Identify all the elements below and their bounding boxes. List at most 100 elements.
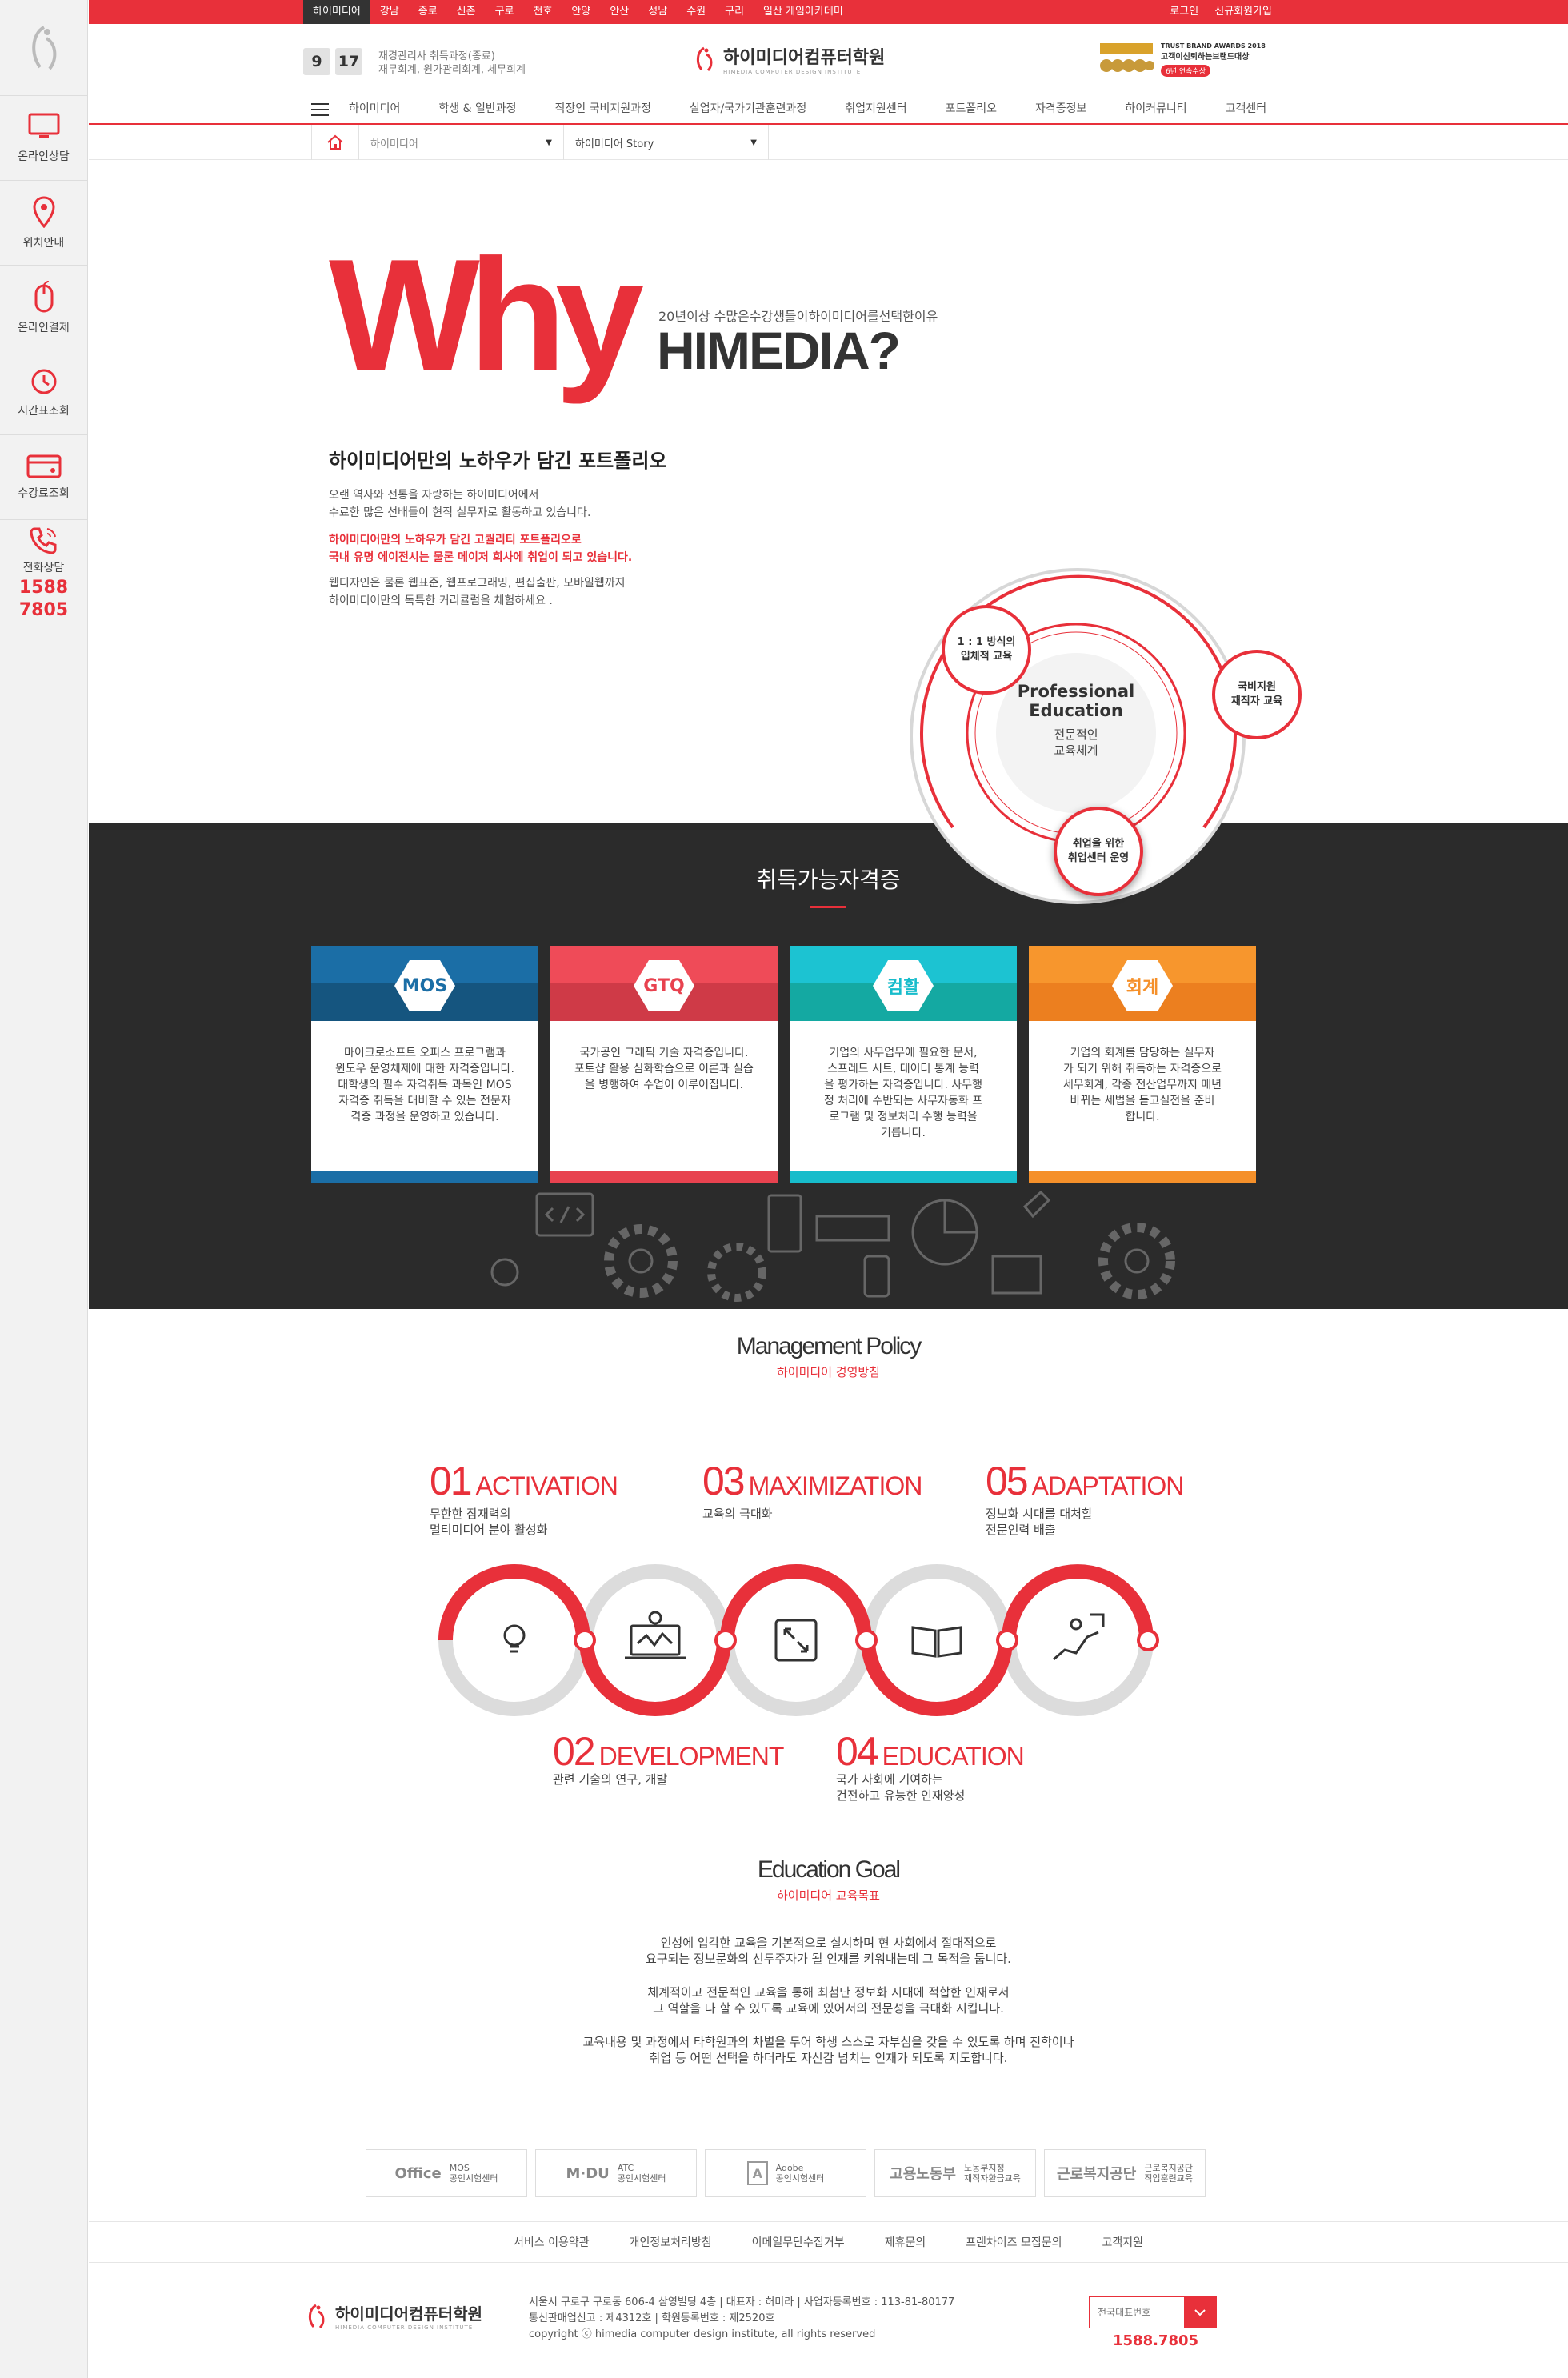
sidebar-item-location[interactable]: 위치안내 xyxy=(0,181,87,266)
nav-item[interactable]: 하이커뮤니티 xyxy=(1125,94,1186,123)
partner-mos[interactable]: Office MOS 공인시험센터 xyxy=(366,2149,527,2197)
policy-num: 04 xyxy=(836,1729,879,1774)
sidebar-item-online-consult[interactable]: 온라인상담 xyxy=(0,96,87,181)
sidebar-item-timetable[interactable]: 시간표조회 xyxy=(0,350,87,435)
nav-item[interactable]: 실업자/국가기관훈련과정 xyxy=(690,94,806,123)
footer-brand-sub: HIMEDIA COMPUTER DESIGN INSTITUTE xyxy=(335,2324,474,2331)
footer-brand: 하이미디어컴퓨터학원 HIMEDIA COMPUTER DESIGN INSTI… xyxy=(305,2301,482,2331)
partner-desc: Adobe 공인시험센터 xyxy=(776,2163,825,2184)
region-tab[interactable]: 안양 xyxy=(562,0,600,24)
partner-name: 고용노동부 xyxy=(890,2166,956,2183)
card-text: 국가공인 그래픽 기술 자격증입니다. 포토샵 활용 심화학습으로 이론과 실습… xyxy=(550,1021,778,1117)
nav-item[interactable]: 직장인 국비지원과정 xyxy=(555,94,651,123)
node-line: 국비지원 xyxy=(1238,681,1276,693)
sidebar-item-label: 온라인상담 xyxy=(18,150,70,163)
sidebar-logo[interactable] xyxy=(0,0,87,96)
breadcrumb-select-2-value: 하이미디어 Story xyxy=(575,138,654,150)
footer-link[interactable]: 프랜차이즈 모집문의 xyxy=(966,2234,1062,2250)
policy-subtitle: 하이미디어 경영방침 xyxy=(777,1365,880,1379)
partner-welfare[interactable]: 근로복지공단 근로복지공단 직업훈련교육 xyxy=(1044,2149,1206,2197)
signup-link[interactable]: 신규회원가입 xyxy=(1206,0,1280,24)
region-tab[interactable]: 성남 xyxy=(638,0,677,24)
region-tab[interactable]: 하이미디어 xyxy=(303,0,370,24)
footer-brand-name: 하이미디어컴퓨터학원 xyxy=(335,2304,482,2324)
partner-name: M·DU xyxy=(566,2164,610,2182)
header: 9 17 재경관리사 취득과정(종료) 재무회계, 원가관리회계, 세무회계 하… xyxy=(89,24,1568,94)
region-tab[interactable]: 종로 xyxy=(409,0,447,24)
date-notice[interactable]: 재경관리사 취득과정(종료) 재무회계, 원가관리회계, 세무회계 xyxy=(378,50,526,77)
partner-name: 근로복지공단 xyxy=(1056,2166,1137,2183)
cert-card-computer-skills[interactable]: 컴활 기업의 사무업무에 필요한 문서, 스프레드 시트, 데이터 통계 능력 … xyxy=(790,946,1017,1183)
breadcrumb-home[interactable] xyxy=(311,125,359,160)
partner-desc-line: Adobe xyxy=(775,2163,804,2173)
footer-link[interactable]: 개인정보처리방침 xyxy=(630,2234,712,2250)
credit-card-icon xyxy=(26,454,61,478)
cert-card-accounting[interactable]: 회계 기업의 회계를 담당하는 실무자 가 되기 위해 취득하는 자격증으로 세… xyxy=(1029,946,1256,1183)
sidebar-item-tuition[interactable]: 수강료조회 xyxy=(0,435,87,520)
nav-item[interactable]: 자격증정보 xyxy=(1035,94,1086,123)
nav-item[interactable]: 포트폴리오 xyxy=(946,94,997,123)
main-nav: 하이미디어 학생 & 일반과정 직장인 국비지원과정 실업자/국가기관훈련과정 … xyxy=(89,94,1568,125)
card-text: 기업의 회계를 담당하는 실무자 가 되기 위해 취득하는 자격증으로 세무회계… xyxy=(1029,1021,1256,1149)
region-tab[interactable]: 신촌 xyxy=(447,0,486,24)
policy-name: ACTIVATION xyxy=(475,1471,618,1500)
footer-link[interactable]: 서비스 이용약관 xyxy=(514,2234,590,2250)
policy-04-desc: 국가 사회에 기여하는 건전하고 유능한 인재양성 xyxy=(836,1771,965,1804)
card-badge: MOS xyxy=(394,960,455,1011)
sidebar-item-label: 수강료조회 xyxy=(18,486,70,500)
himedia-logo-icon xyxy=(31,25,56,70)
policy-num: 01 xyxy=(430,1459,473,1503)
title-underline xyxy=(810,906,846,908)
footer-select-button[interactable] xyxy=(1184,2297,1216,2328)
certificates-title: 취득가능자격증 xyxy=(756,867,901,893)
menu-icon[interactable] xyxy=(311,103,329,116)
nav-item[interactable]: 고객센터 xyxy=(1226,94,1267,123)
intro-line: 국내 유명 에이전시는 물론 메이저 회사에 취업이 되고 있습니다. xyxy=(329,551,633,564)
partner-adobe[interactable]: A Adobe 공인시험센터 xyxy=(705,2149,866,2197)
sidebar-phone-consult[interactable]: 전화상담 1588 7805 xyxy=(0,520,87,624)
region-tab[interactable]: 구리 xyxy=(715,0,754,24)
footer-link[interactable]: 이메일무단수집거부 xyxy=(752,2234,845,2250)
book-icon xyxy=(911,1626,962,1658)
breadcrumb-select-1[interactable]: 하이미디어 ▼ xyxy=(359,125,564,160)
cert-card-mos[interactable]: MOS 마이크로소프트 오피스 프로그램과 윈도우 운영체제에 대한 자격증입니… xyxy=(311,946,538,1183)
partner-labor-ministry[interactable]: 고용노동부 노동부지정 재직자환급교육 xyxy=(874,2149,1036,2197)
region-tab[interactable]: 안산 xyxy=(600,0,638,24)
policy-desc-line: 관련 기술의 연구, 개발 xyxy=(553,1772,668,1787)
nav-item[interactable]: 학생 & 일반과정 xyxy=(438,94,516,123)
cert-card-gtq[interactable]: GTQ 국가공인 그래픽 기술 자격증입니다. 포토샵 활용 심화학습으로 이론… xyxy=(550,946,778,1183)
card-line: 기업의 사무업무에 필요한 문서, xyxy=(829,1047,978,1059)
region-tab[interactable]: 수원 xyxy=(677,0,715,24)
policy-name: DEVELOPMENT xyxy=(598,1742,785,1771)
policy-03-desc: 교육의 극대화 xyxy=(702,1506,773,1522)
nav-item[interactable]: 취업지원센터 xyxy=(845,94,906,123)
region-tab[interactable]: 천호 xyxy=(524,0,562,24)
region-tab[interactable]: 구로 xyxy=(486,0,524,24)
partner-desc-line: 노동부지정 xyxy=(963,2163,1005,2173)
region-tab[interactable]: 일산 게임아카데미 xyxy=(754,0,853,24)
policy-desc-line: 국가 사회에 기여하는 xyxy=(836,1772,943,1787)
breadcrumb: 하이미디어 ▼ 하이미디어 Story ▼ xyxy=(89,125,1568,160)
footer-info-line: 통신판매업신고 : 제4312호 | 학원등록번호 : 제2520호 xyxy=(529,2312,775,2324)
policy-desc-line: 전문인력 배출 xyxy=(986,1523,1056,1537)
date-month: 9 xyxy=(303,48,330,75)
intro-line: 하이미디어만의 독특한 커리큘럼을 체험하세요 . xyxy=(329,594,553,607)
breadcrumb-select-2[interactable]: 하이미디어 Story ▼ xyxy=(564,125,769,160)
footer-phone-select[interactable]: 전국대표번호 xyxy=(1089,2296,1217,2328)
footer-link[interactable]: 고객지원 xyxy=(1102,2234,1143,2250)
footer-link[interactable]: 제휴문의 xyxy=(885,2234,926,2250)
card-footer-bar xyxy=(550,1171,778,1183)
login-link[interactable]: 로그인 xyxy=(1162,0,1206,24)
card-footer-bar xyxy=(1029,1171,1256,1183)
card-line: 을 병행하여 수업이 이루어집니다. xyxy=(584,1079,744,1091)
why-brand: HIMEDIA? xyxy=(657,321,901,380)
center-title-line1: Professional xyxy=(1017,682,1135,701)
monitor-icon xyxy=(28,113,59,138)
lightbulb-icon xyxy=(503,1624,526,1653)
region-tab[interactable]: 강남 xyxy=(370,0,409,24)
brand-logo[interactable]: 하이미디어컴퓨터학원 HIMEDIA COMPUTER DESIGN INSTI… xyxy=(693,43,885,75)
partner-atc[interactable]: M·DU ATC 공인시험센터 xyxy=(535,2149,697,2197)
sidebar-item-payment[interactable]: 온라인결제 xyxy=(0,266,87,350)
partner-desc: MOS 공인시험센터 xyxy=(450,2163,498,2184)
nav-item[interactable]: 하이미디어 xyxy=(349,94,400,123)
